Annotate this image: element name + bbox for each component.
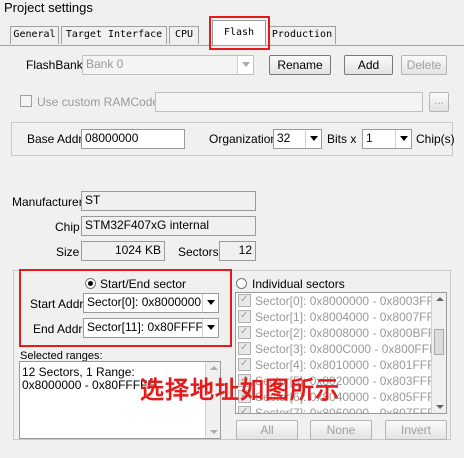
tab-production[interactable]: Production (268, 26, 336, 44)
none-button[interactable]: None (310, 420, 372, 440)
chips-value: 1 (366, 131, 373, 145)
chips-select[interactable]: 1 (362, 129, 412, 149)
individual-sectors-radio[interactable] (236, 278, 247, 289)
flashbank-value: Bank 0 (86, 57, 124, 71)
chevron-down-icon (395, 130, 411, 148)
chevron-down-icon (202, 319, 218, 337)
base-addr-label: Base Addr (27, 132, 83, 146)
tab-highlight-box (209, 16, 270, 50)
start-end-sector-label: Start/End sector (100, 277, 187, 291)
start-end-sector-radio[interactable] (85, 278, 96, 289)
size-value: 1024 KB (81, 241, 165, 261)
all-button[interactable]: All (236, 420, 298, 440)
add-button[interactable]: Add (344, 55, 393, 75)
chevron-down-icon (237, 56, 253, 74)
end-addr-label: End Addr (33, 322, 83, 336)
checkbox-icon (238, 404, 251, 413)
use-custom-ramcode-checkbox[interactable] (20, 95, 32, 107)
use-custom-ramcode-label: Use custom RAMCode (37, 95, 160, 109)
base-addr-input[interactable]: 08000000 (81, 129, 185, 149)
start-addr-label: Start Addr (30, 297, 84, 311)
list-item[interactable]: Sector[7]: 0x8060000 - 0x807FFFF (238, 404, 442, 413)
checkbox-icon (238, 324, 251, 340)
list-item[interactable]: Sector[2]: 0x8008000 - 0x800BFFF (238, 324, 442, 341)
chip-value: STM32F407xG internal (81, 216, 256, 236)
checkbox-icon (238, 308, 251, 324)
start-addr-value: Sector[0]: 0x8000000 (87, 295, 202, 309)
chips-label: Chip(s) (416, 132, 455, 146)
sectors-list-scrollbar[interactable] (431, 293, 446, 413)
chevron-down-icon (202, 294, 218, 312)
list-item[interactable]: Sector[0]: 0x8000000 - 0x8003FFF (238, 293, 441, 309)
delete-button[interactable]: Delete (401, 55, 447, 75)
size-label: Size (56, 245, 80, 259)
end-addr-value: Sector[11]: 0x80FFFFF (87, 320, 211, 334)
manufacturer-label: Manufacturer (12, 195, 83, 209)
organization-value: 32 (277, 131, 291, 145)
scroll-down-icon (436, 405, 444, 409)
chip-label: Chip (55, 220, 80, 234)
invert-button[interactable]: Invert (385, 420, 447, 440)
end-addr-select[interactable]: Sector[11]: 0x80FFFFF (83, 318, 219, 338)
scroll-down-icon (210, 430, 218, 434)
list-item[interactable]: Sector[1]: 0x8004000 - 0x8007FFF (238, 308, 441, 325)
start-addr-select[interactable]: Sector[0]: 0x8000000 (83, 293, 219, 313)
checkbox-icon (238, 293, 251, 308)
organization-label: Organization (209, 132, 278, 146)
rename-button[interactable]: Rename (269, 55, 331, 75)
bits-x-label: Bits x (327, 132, 357, 146)
annotation-text: 选择地址如图所示 (140, 376, 340, 404)
flashbank-select[interactable]: Bank 0 (82, 55, 254, 75)
sectors-label: Sectors (178, 245, 219, 259)
ramcode-path-input[interactable] (155, 92, 423, 112)
checkbox-icon (238, 340, 251, 356)
tab-general[interactable]: General (10, 26, 59, 44)
selected-ranges-line-2: 0x8000000 - 0x80FFFFF (22, 378, 155, 392)
scroll-up-icon (436, 297, 444, 301)
ramcode-browse-button[interactable]: ... (429, 92, 449, 112)
list-item[interactable]: Sector[3]: 0x800C000 - 0x800FFFF (238, 340, 444, 357)
organization-select[interactable]: 32 (273, 129, 322, 149)
flashbank-label: FlashBank (26, 58, 83, 72)
chevron-down-icon (305, 130, 321, 148)
tab-cpu[interactable]: CPU (169, 26, 199, 44)
scroll-thumb[interactable] (434, 329, 444, 355)
manufacturer-value: ST (81, 191, 256, 211)
tab-target-interface[interactable]: Target Interface (61, 26, 167, 44)
individual-sectors-label: Individual sectors (252, 277, 345, 291)
sectors-value: 12 (219, 241, 256, 261)
